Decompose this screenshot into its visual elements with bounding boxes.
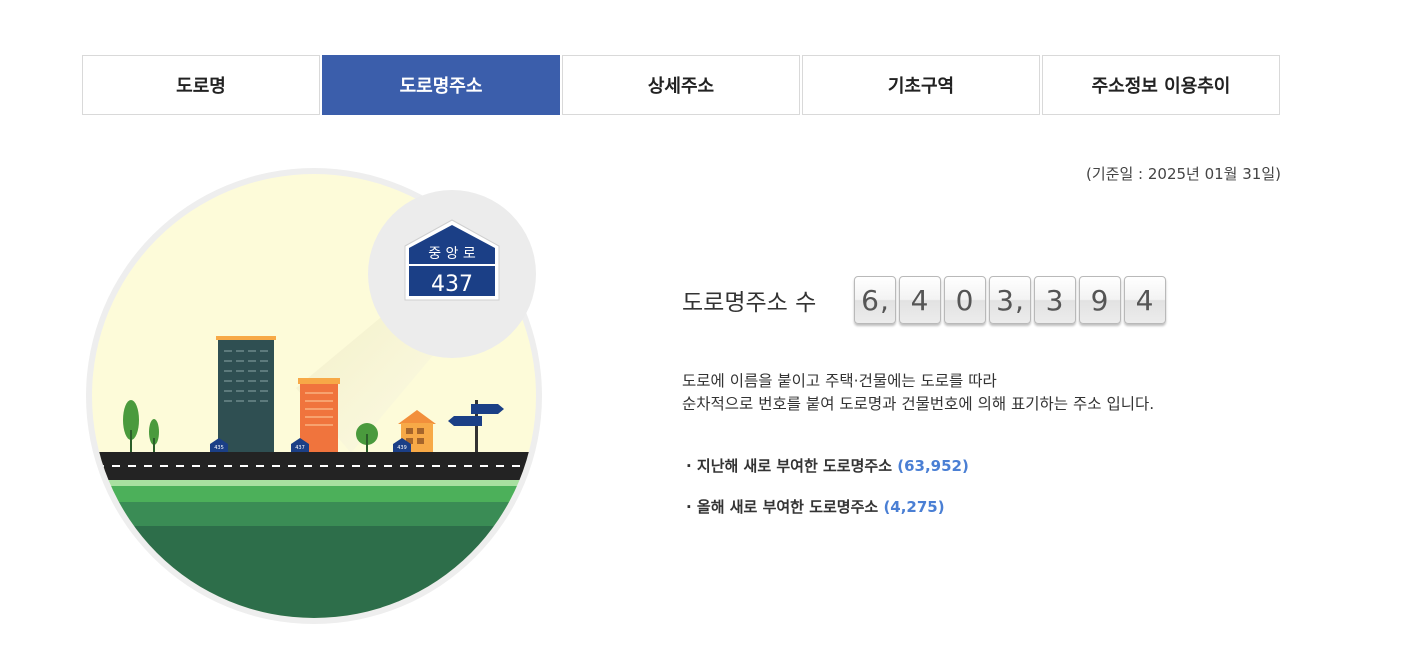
counter-digit: 4 [899,276,941,324]
last-year-label: · 지난해 새로 부여한 도로명주소 [686,457,892,475]
sign-road-name: 중 앙 로 [428,246,476,262]
description-line-1: 도로에 이름을 붙이고 주택·건물에는 도로를 따라 [682,372,997,390]
counter-digit: 0 [944,276,986,324]
address-sign-bubble: 중 앙 로 437 [368,190,536,358]
description-line-2: 순차적으로 번호를 붙여 도로명과 건물번호에 의해 표기하는 주소 입니다. [682,395,1155,413]
road [92,452,536,480]
digit-counter: 6, 4 0 3, 3 9 4 [854,276,1166,324]
tab-detail-address[interactable]: 상세주소 [562,55,800,115]
this-year-label: · 올해 새로 부여한 도로명주소 [686,498,879,516]
counter-digit: 3 [1034,276,1076,324]
base-date: (기준일 : 2025년 01월 31일) [1086,165,1281,183]
counter-digit: 3, [989,276,1031,324]
tab-basic-zone[interactable]: 기초구역 [802,55,1040,115]
svg-text:439: 439 [397,445,407,451]
sign-building-number: 437 [431,272,473,297]
description: 도로에 이름을 붙이고 주택·건물에는 도로를 따라 순차적으로 번호를 붙여 … [682,370,1154,416]
count-label: 도로명주소 수 [682,290,817,316]
counter-digit: 6, [854,276,896,324]
tab-road-name[interactable]: 도로명 [82,55,320,115]
road-address-illustration: 435 437 439 중 앙 로 437 [86,168,542,624]
counter-digit: 4 [1124,276,1166,324]
last-year-value: (63,952) [897,457,969,475]
tab-usage-trend[interactable]: 주소정보 이용추이 [1042,55,1280,115]
tab-road-address[interactable]: 도로명주소 [322,55,560,115]
last-year-stat: · 지난해 새로 부여한 도로명주소 (63,952) [686,455,969,476]
svg-text:435: 435 [214,445,224,451]
svg-text:437: 437 [295,445,305,451]
tall-building [216,336,276,452]
new-address-stats: · 지난해 새로 부여한 도로명주소 (63,952) · 올해 새로 부여한 … [686,455,969,537]
tab-bar: 도로명 도로명주소 상세주소 기초구역 주소정보 이용추이 [82,55,1280,115]
this-year-value: (4,275) [883,498,945,516]
address-count: 도로명주소 수 6, 4 0 3, 3 9 4 [682,276,1166,324]
counter-digit: 9 [1079,276,1121,324]
this-year-stat: · 올해 새로 부여한 도로명주소 (4,275) [686,496,969,517]
